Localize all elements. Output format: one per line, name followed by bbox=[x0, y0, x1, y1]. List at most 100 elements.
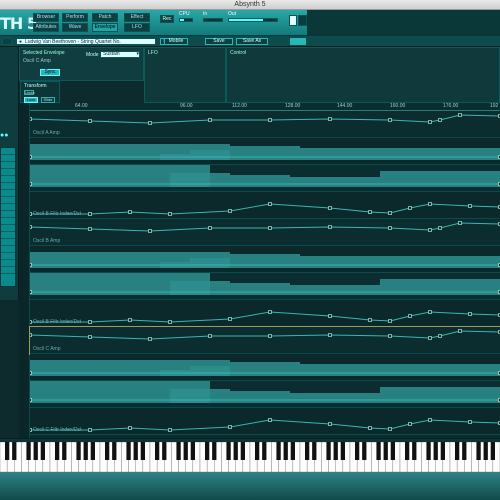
envelope-breakpoint[interactable] bbox=[88, 212, 92, 216]
envelope-breakpoint[interactable] bbox=[88, 428, 92, 432]
envelope-breakpoint[interactable] bbox=[128, 318, 132, 322]
black-key[interactable] bbox=[40, 442, 45, 460]
black-key[interactable] bbox=[412, 442, 417, 460]
envelope-curve[interactable] bbox=[30, 219, 500, 246]
envelope-breakpoint[interactable] bbox=[408, 314, 412, 318]
envelope-breakpoint[interactable] bbox=[438, 118, 442, 122]
envelope-breakpoint[interactable] bbox=[148, 121, 152, 125]
nav-perform[interactable]: Perform bbox=[62, 13, 88, 22]
envelope-lane[interactable] bbox=[30, 354, 500, 381]
black-key[interactable] bbox=[455, 442, 460, 460]
black-key[interactable] bbox=[126, 442, 131, 460]
toggle-button[interactable] bbox=[290, 38, 306, 45]
envelope-breakpoint[interactable] bbox=[268, 418, 272, 422]
black-key[interactable] bbox=[155, 442, 160, 460]
envelope-breakpoint[interactable] bbox=[468, 420, 472, 424]
black-key[interactable] bbox=[483, 442, 488, 460]
envelope-breakpoint[interactable] bbox=[208, 118, 212, 122]
envelope-curve[interactable] bbox=[30, 300, 500, 327]
black-key[interactable] bbox=[333, 442, 338, 460]
black-key[interactable] bbox=[383, 442, 388, 460]
envelope-breakpoint[interactable] bbox=[30, 333, 32, 337]
envelope-breakpoint[interactable] bbox=[30, 398, 32, 402]
envelope-breakpoint[interactable] bbox=[168, 320, 172, 324]
save-as-button[interactable]: Save As bbox=[236, 38, 268, 45]
envelope-lane[interactable]: Oscil C Amp bbox=[29, 326, 500, 355]
black-key[interactable] bbox=[233, 442, 238, 460]
envelope-breakpoint[interactable] bbox=[428, 120, 432, 124]
mode-select[interactable]: Sustain ▾ bbox=[100, 51, 140, 58]
envelope-breakpoint[interactable] bbox=[368, 426, 372, 430]
black-key[interactable] bbox=[305, 442, 310, 460]
envelope-breakpoint[interactable] bbox=[328, 117, 332, 121]
envelope-breakpoint[interactable] bbox=[388, 211, 392, 215]
envelope-breakpoint[interactable] bbox=[268, 202, 272, 206]
envelope-curve[interactable] bbox=[30, 246, 500, 273]
envelope-breakpoint[interactable] bbox=[88, 335, 92, 339]
black-key[interactable] bbox=[390, 442, 395, 460]
black-key[interactable] bbox=[176, 442, 181, 460]
black-key[interactable] bbox=[462, 442, 467, 460]
black-key[interactable] bbox=[355, 442, 360, 460]
nav-lfo[interactable]: LFO bbox=[124, 23, 150, 32]
envelope-curve[interactable] bbox=[30, 165, 500, 192]
black-key[interactable] bbox=[62, 442, 67, 460]
black-key[interactable] bbox=[426, 442, 431, 460]
envelope-breakpoint[interactable] bbox=[88, 227, 92, 231]
envelope-lane[interactable] bbox=[30, 246, 500, 273]
envelope-breakpoint[interactable] bbox=[88, 320, 92, 324]
patch-arrow-left-icon[interactable] bbox=[2, 38, 12, 45]
envelope-curve[interactable] bbox=[30, 354, 500, 381]
mobile-button[interactable]: Mobile bbox=[164, 38, 188, 45]
envelope-breakpoint[interactable] bbox=[368, 210, 372, 214]
envelope-breakpoint[interactable] bbox=[328, 225, 332, 229]
black-key[interactable] bbox=[226, 442, 231, 460]
nav-effect[interactable]: Effect bbox=[124, 13, 150, 22]
rec-button[interactable]: Rec bbox=[160, 15, 174, 23]
envelope-curve[interactable] bbox=[30, 327, 500, 354]
black-key[interactable] bbox=[183, 442, 188, 460]
black-key[interactable] bbox=[376, 442, 381, 460]
envelope-breakpoint[interactable] bbox=[428, 202, 432, 206]
envelope-lane[interactable]: Oscil B Filtr Index/Dst bbox=[30, 300, 500, 327]
envelope-breakpoint[interactable] bbox=[208, 334, 212, 338]
envelope-lane[interactable] bbox=[30, 381, 500, 408]
black-key[interactable] bbox=[76, 442, 81, 460]
envelope-breakpoint[interactable] bbox=[328, 333, 332, 337]
nav-patch[interactable]: Patch bbox=[92, 13, 118, 22]
envelope-breakpoint[interactable] bbox=[328, 206, 332, 210]
nav-browser[interactable]: Browser bbox=[33, 13, 59, 22]
envelope-breakpoint[interactable] bbox=[428, 336, 432, 340]
envelope-breakpoint[interactable] bbox=[458, 221, 462, 225]
black-key[interactable] bbox=[340, 442, 345, 460]
black-key[interactable] bbox=[205, 442, 210, 460]
envelope-breakpoint[interactable] bbox=[228, 425, 232, 429]
envelope-breakpoint[interactable] bbox=[438, 226, 442, 230]
envelope-breakpoint[interactable] bbox=[30, 155, 32, 159]
envelope-lane[interactable]: Oscil B Filtr Index/Dst bbox=[30, 192, 500, 219]
black-key[interactable] bbox=[5, 442, 10, 460]
envelope-breakpoint[interactable] bbox=[458, 113, 462, 117]
black-key[interactable] bbox=[105, 442, 110, 460]
envelope-breakpoint[interactable] bbox=[30, 263, 32, 267]
envelope-breakpoint[interactable] bbox=[30, 117, 32, 121]
envelope-breakpoint[interactable] bbox=[388, 334, 392, 338]
envelope-breakpoint[interactable] bbox=[168, 212, 172, 216]
black-key[interactable] bbox=[326, 442, 331, 460]
envelope-breakpoint[interactable] bbox=[428, 418, 432, 422]
envelope-breakpoint[interactable] bbox=[30, 212, 32, 216]
black-key[interactable] bbox=[83, 442, 88, 460]
black-key[interactable] bbox=[476, 442, 481, 460]
envelope-lane[interactable] bbox=[30, 138, 500, 165]
black-key[interactable] bbox=[362, 442, 367, 460]
black-key[interactable] bbox=[440, 442, 445, 460]
envelope-breakpoint[interactable] bbox=[30, 428, 32, 432]
patch-name-field[interactable]: ● Ludwig Van Beethoven - String Quartet … bbox=[16, 38, 156, 45]
black-key[interactable] bbox=[190, 442, 195, 460]
envelope-breakpoint[interactable] bbox=[328, 314, 332, 318]
envelope-breakpoint[interactable] bbox=[128, 210, 132, 214]
envelope-curve[interactable] bbox=[30, 111, 500, 138]
envelope-breakpoint[interactable] bbox=[30, 182, 32, 186]
envelope-breakpoint[interactable] bbox=[268, 118, 272, 122]
envelope-breakpoint[interactable] bbox=[408, 422, 412, 426]
